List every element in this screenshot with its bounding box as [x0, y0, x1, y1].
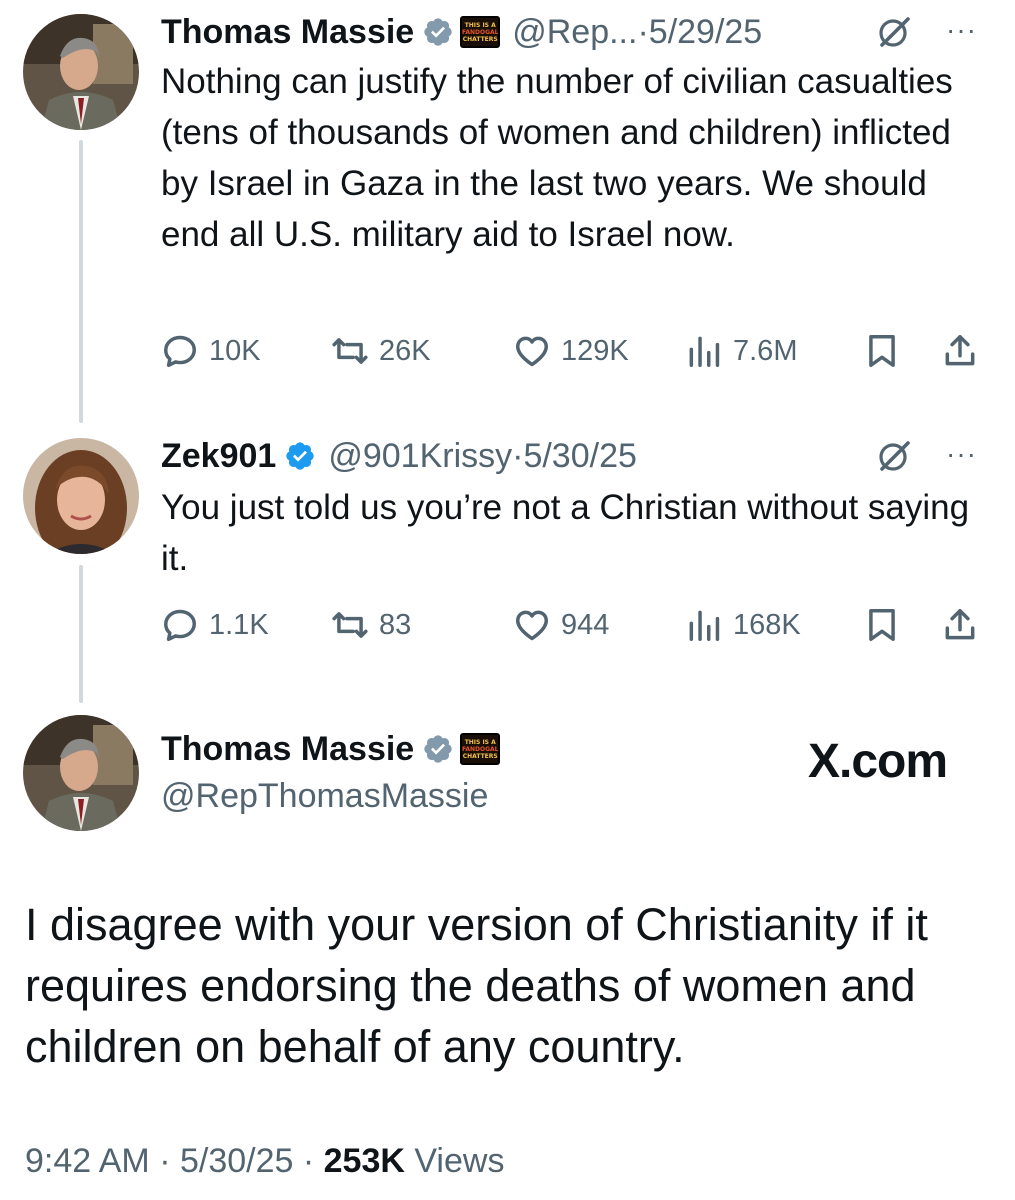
- author-name[interactable]: Zek901: [161, 437, 276, 476]
- repost-button[interactable]: 83: [331, 603, 411, 647]
- tweet-date[interactable]: 5/29/25: [649, 13, 762, 52]
- share-icon: [941, 332, 979, 370]
- reply-button[interactable]: 10K: [161, 329, 261, 373]
- views-count: 7.6M: [733, 334, 798, 367]
- views-count: 253K: [323, 1142, 405, 1180]
- more-options-icon[interactable]: ···: [946, 438, 977, 470]
- repost-count: 83: [379, 608, 412, 641]
- views-button[interactable]: 168K: [685, 603, 801, 647]
- avatar[interactable]: [23, 14, 139, 130]
- tweet-meta: 9:42 AM · 5/30/25 · 253K Views: [25, 1142, 504, 1181]
- repost-button[interactable]: 26K: [331, 329, 431, 373]
- separator: ·: [293, 1142, 324, 1180]
- avatar[interactable]: [23, 715, 139, 831]
- author-name[interactable]: Thomas Massie: [161, 730, 414, 769]
- like-icon: [513, 332, 551, 370]
- affiliate-badge[interactable]: THIS IS A FANDOGAL CHATTERS: [460, 733, 501, 765]
- xcom-watermark: X.com: [808, 735, 948, 788]
- share-button[interactable]: [941, 329, 979, 373]
- share-icon: [941, 606, 979, 644]
- tweet-text: You just told us you’re not a Christian …: [161, 488, 970, 578]
- tweet-header: Zek901 @901Krissy · 5/30/25: [161, 433, 637, 479]
- tweet-text: Nothing can justify the number of civili…: [161, 62, 953, 254]
- like-icon: [513, 606, 551, 644]
- separator: ·: [149, 1142, 180, 1180]
- reply-icon: [161, 606, 199, 644]
- author-handle[interactable]: @901Krissy: [328, 437, 512, 476]
- reply-count: 10K: [209, 334, 261, 367]
- separator: ·: [637, 12, 649, 51]
- bookmark-button[interactable]: [863, 603, 901, 647]
- author-handle[interactable]: @RepThomasMassie: [161, 777, 488, 816]
- repost-icon: [331, 606, 369, 644]
- verified-icon: [284, 440, 316, 472]
- more-options-icon[interactable]: ···: [946, 14, 977, 46]
- like-count: 944: [561, 608, 610, 641]
- repost-count: 26K: [379, 334, 431, 367]
- views-count: 168K: [733, 608, 801, 641]
- bookmark-button[interactable]: [863, 329, 901, 373]
- views-label: Views: [404, 1142, 505, 1180]
- tweet-date[interactable]: 5/30/25: [180, 1142, 293, 1180]
- reply-button[interactable]: 1.1K: [161, 603, 269, 647]
- reply-icon: [161, 332, 199, 370]
- main-tweet-text: I disagree with your version of Christia…: [25, 899, 928, 1072]
- avatar[interactable]: [23, 438, 139, 554]
- like-button[interactable]: 944: [513, 603, 609, 647]
- tweet-header: Thomas Massie THIS IS A FANDOGAL CHATTER…: [161, 9, 762, 55]
- grok-icon[interactable]: [876, 14, 912, 50]
- verified-gov-icon: [422, 16, 454, 48]
- author-handle[interactable]: @Rep...: [512, 13, 637, 52]
- affiliate-badge[interactable]: THIS IS A FANDOGAL CHATTERS: [460, 16, 501, 48]
- repost-icon: [331, 332, 369, 370]
- reply-count: 1.1K: [209, 608, 269, 641]
- thread-line: [79, 565, 83, 703]
- tweet-date[interactable]: 5/30/25: [523, 437, 636, 476]
- like-count: 129K: [561, 334, 629, 367]
- tweet-actions: 10K 26K 129K 7.6M: [161, 329, 991, 373]
- bookmark-icon: [863, 332, 901, 370]
- main-tweet-header: Thomas Massie THIS IS A FANDOGAL CHATTER…: [161, 726, 501, 772]
- grok-icon[interactable]: [876, 438, 912, 474]
- share-button[interactable]: [941, 603, 979, 647]
- separator: ·: [512, 436, 524, 475]
- verified-gov-icon: [422, 733, 454, 765]
- views-icon: [685, 606, 723, 644]
- thread-line: [79, 140, 83, 423]
- tweet-actions: 1.1K 83 944 168K: [161, 603, 991, 647]
- views-button[interactable]: 7.6M: [685, 329, 797, 373]
- tweet-time[interactable]: 9:42 AM: [25, 1142, 150, 1180]
- views-icon: [685, 332, 723, 370]
- author-name[interactable]: Thomas Massie: [161, 13, 414, 52]
- like-button[interactable]: 129K: [513, 329, 629, 373]
- bookmark-icon: [863, 606, 901, 644]
